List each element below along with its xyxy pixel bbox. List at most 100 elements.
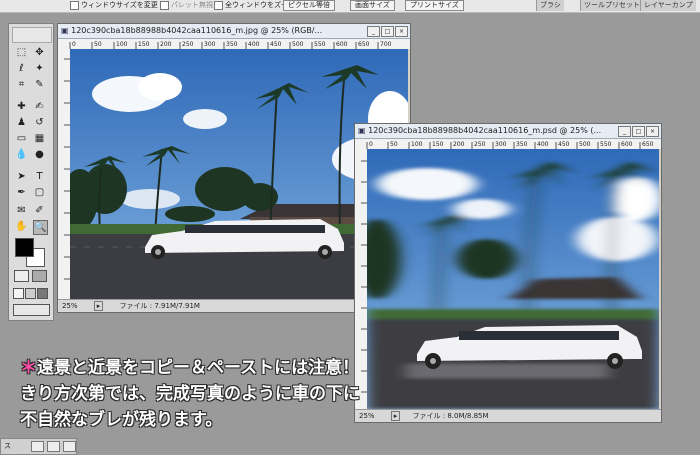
hand-icon[interactable]: ✋ [15,220,28,233]
window1-maximize-button[interactable]: □ [381,26,394,37]
toolbox: ⬚ ✥ ℓ ✦ ⌗ ✎ ✚ ✍ ♟ ↺ ▭ ▦ 💧 ● ➤ T ✒ ▢ ✉ ✐ … [8,23,54,321]
ruler-mark: 250 [182,41,194,48]
foreground-color-swatch[interactable] [15,238,34,257]
window1-horizontal-ruler: 0 50 100 150 200 250 300 350 400 450 500… [58,39,410,49]
document-window-psd: ▣ 120c390cba18b88988b4042caa110616_m.psd… [354,123,662,423]
document-icon: ▣ [61,26,69,35]
ruler-mark: 0 [369,141,373,148]
jump-to-imageready-icon[interactable] [13,304,50,316]
window2-canvas[interactable] [367,149,659,409]
actual-pixels-button[interactable]: ピクセル等倍 [283,0,335,11]
ruler-mark: 150 [138,41,150,48]
window1-titlebar[interactable]: ▣ 120c390cba18b88988b4042caa110616_m.jpg… [58,24,410,39]
taskbar-restore-button[interactable] [31,441,44,452]
fit-window-checkbox[interactable] [70,0,79,10]
screen-mode-full-icon[interactable] [37,288,48,299]
notes-icon[interactable]: ✉ [15,204,28,217]
ruler-mark: 200 [453,141,465,148]
clone-stamp-icon[interactable]: ♟ [15,116,28,129]
dock-tab-tool-presets[interactable]: ツールプリセット [580,0,643,11]
marquee-icon[interactable]: ⬚ [15,46,28,59]
ruler-mark: 250 [474,141,486,148]
ruler-mark: 650 [358,41,370,48]
print-size-button[interactable]: プリントサイズ [405,0,464,11]
ignore-palettes-option[interactable]: パレット無視 [160,0,213,11]
history-brush-icon[interactable]: ↺ [33,116,46,129]
eyedropper-icon[interactable]: ✐ [33,204,46,217]
ruler-mark: 400 [537,141,549,148]
standard-mode-icon[interactable] [14,270,29,282]
ruler-mark: 150 [432,141,444,148]
options-bar: ウィンドウサイズを変更 パレット無視 全ウィンドウをズーム ピクセル等倍 画面サ… [0,0,700,13]
brush-icon[interactable]: ✍ [33,100,46,113]
ruler-mark: 350 [226,41,238,48]
zoom-all-checkbox[interactable] [214,0,223,10]
ignore-palettes-checkbox[interactable] [160,0,169,10]
pen-icon[interactable]: ✒ [15,186,28,199]
note-line-1: ＊遠景と近景をコピー＆ペーストには注意！ [20,358,360,378]
ruler-mark: 650 [642,141,654,148]
window2-horizontal-ruler: 0 50 100 150 200 250 300 350 400 450 500… [355,139,661,149]
path-selection-icon[interactable]: ➤ [15,170,28,183]
ruler-mark: 350 [516,141,528,148]
blur-icon[interactable]: 💧 [15,148,28,161]
ruler-mark: 600 [336,41,348,48]
ruler-mark: 100 [411,141,423,148]
ruler-mark: 50 [94,41,102,48]
window2-minimize-button[interactable]: _ [618,126,631,137]
screen-mode-standard-icon[interactable] [13,288,24,299]
note-line-3: 不自然なブレが残ります。 [20,410,223,430]
dock-tab-brushes[interactable]: ブラシ [536,0,564,11]
ruler-mark: 300 [495,141,507,148]
note-line-2: きり方次第では、完成写真のように車の下に [20,384,360,404]
window1-close-button[interactable]: × [395,26,408,37]
dock-tab-layer-comps[interactable]: レイヤーカンプ [640,0,696,11]
ruler-mark: 200 [160,41,172,48]
window1-file-info: ファイル : 7.91M/7.91M [119,302,200,310]
ruler-mark: 400 [248,41,260,48]
status-info-icon[interactable]: ▸ [93,301,104,311]
window2-zoom-level[interactable]: 25% [359,412,375,420]
eraser-icon[interactable]: ▭ [15,132,28,145]
crop-icon[interactable]: ⌗ [15,78,28,91]
limo-photo-motion-blur [367,149,659,409]
ruler-mark: 300 [204,41,216,48]
taskbar-maximize-button[interactable] [47,441,60,452]
ruler-mark: 0 [72,41,76,48]
magic-wand-icon[interactable]: ✦ [33,62,46,75]
gradient-icon[interactable]: ▦ [33,132,46,145]
note-asterisk: ＊ [20,358,37,378]
type-icon[interactable]: T [33,170,46,183]
fit-window-option[interactable]: ウィンドウサイズを変更 [70,0,158,11]
screen-mode-menu-icon[interactable] [25,288,36,299]
window2-title: 120c390cba18b88988b4042caa110616_m.psd @… [368,126,602,135]
window2-titlebar[interactable]: ▣ 120c390cba18b88988b4042caa110616_m.psd… [355,124,661,139]
window1-minimize-button[interactable]: _ [367,26,380,37]
ruler-mark: 550 [314,41,326,48]
ruler-mark: 450 [558,141,570,148]
ruler-mark: 500 [292,41,304,48]
move-icon[interactable]: ✥ [33,46,46,59]
window1-title: 120c390cba18b88988b4042caa110616_m.jpg @… [71,26,323,35]
quick-mask-icon[interactable] [32,270,47,282]
window2-maximize-button[interactable]: □ [632,126,645,137]
taskbar-close-button[interactable] [63,441,76,452]
fit-screen-button[interactable]: 画面サイズ [350,0,395,11]
ruler-mark: 500 [579,141,591,148]
ruler-mark: 450 [270,41,282,48]
lasso-icon[interactable]: ℓ [15,62,28,75]
shape-icon[interactable]: ▢ [33,186,46,199]
ruler-mark: 50 [390,141,398,148]
window2-close-button[interactable]: × [646,126,659,137]
ruler-mark: 100 [116,41,128,48]
toolbox-logo [12,27,52,43]
window2-statusbar: 25% ▸ ファイル : 8.0M/8.85M [355,409,661,422]
slice-icon[interactable]: ✎ [33,78,46,91]
ruler-mark: 600 [621,141,633,148]
window1-vertical-ruler [58,49,70,299]
dodge-icon[interactable]: ● [33,148,46,161]
zoom-icon[interactable]: 🔍 [33,220,48,235]
window1-zoom-level[interactable]: 25% [62,302,78,310]
healing-brush-icon[interactable]: ✚ [15,100,28,113]
status-info-icon[interactable]: ▸ [390,411,401,421]
